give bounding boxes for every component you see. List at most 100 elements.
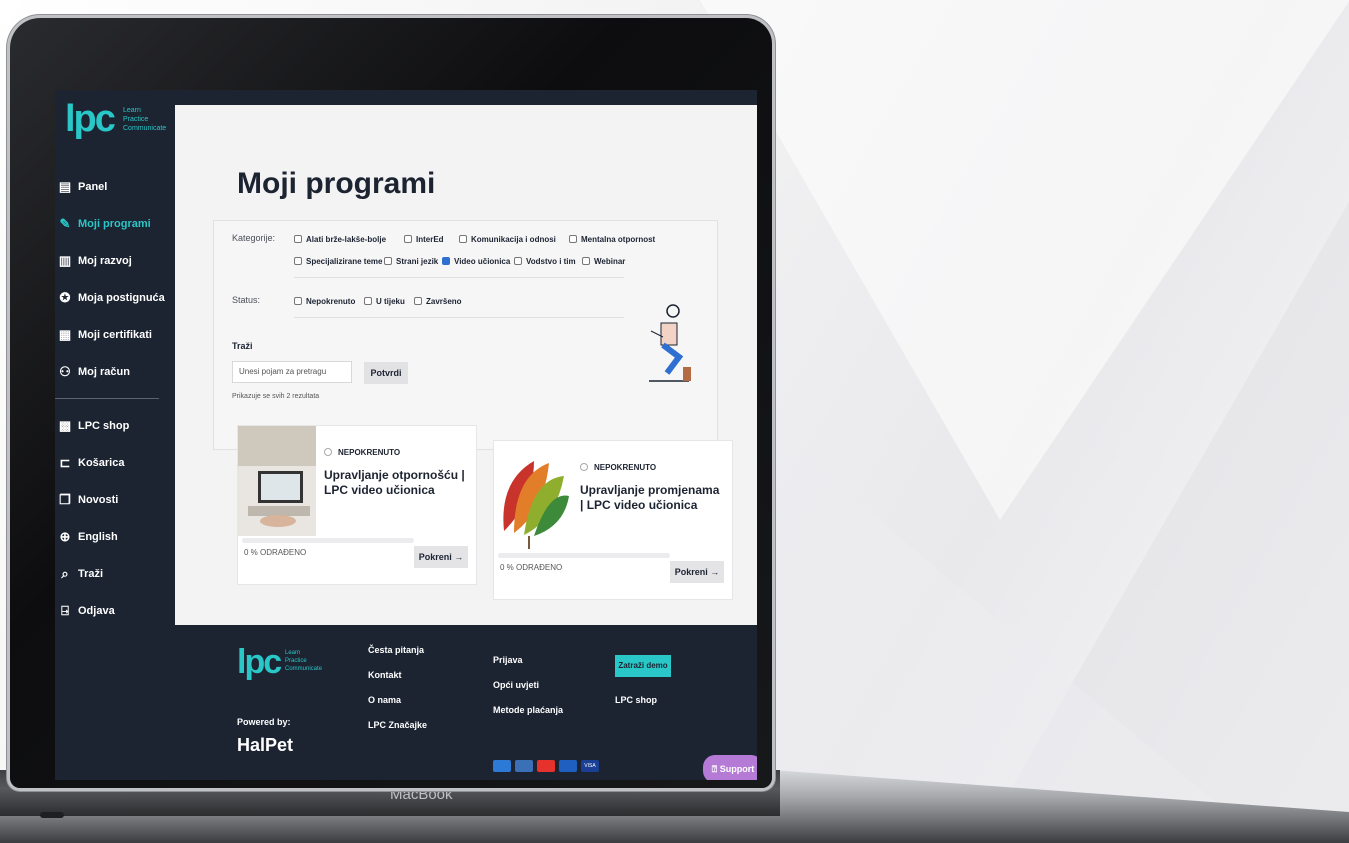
- footer-link[interactable]: Kontakt: [368, 670, 427, 695]
- sidebar-item-label: Moja postignuća: [78, 291, 165, 304]
- category-checkbox[interactable]: Webinar: [582, 257, 625, 266]
- sidebar-item-moja-postignuca[interactable]: ✪ Moja postignuća: [55, 279, 175, 316]
- logout-icon: ⍈: [61, 602, 69, 618]
- checkbox-icon: [404, 235, 412, 243]
- status-label: Status:: [232, 295, 261, 305]
- checkbox-label: Video učionica: [454, 257, 511, 266]
- news-icon: ❐: [59, 491, 71, 507]
- background-facet: [700, 0, 1349, 520]
- sidebar-item-lpc-shop[interactable]: ▩ LPC shop: [55, 407, 175, 444]
- footer-link[interactable]: Metode plaćanja: [493, 705, 563, 730]
- sidebar-divider: [55, 398, 159, 399]
- amex-icon: [493, 760, 511, 772]
- category-checkbox[interactable]: Komunikacija i odnosi: [459, 235, 556, 244]
- category-checkbox[interactable]: Video učionica: [442, 257, 510, 266]
- sidebar-item-moj-razvoj[interactable]: ▥ Moj razvoj: [55, 242, 175, 279]
- payment-methods: VISA: [493, 760, 599, 772]
- sidebar-item-odjava[interactable]: ⍈ Odjava: [55, 592, 175, 629]
- sidebar-item-kosarica[interactable]: ⊏ Košarica: [55, 444, 175, 481]
- screen: lpc Learn Practice Communicate ▤ Panel ✎ M…: [55, 90, 757, 780]
- sidebar-item-label: LPC shop: [78, 419, 130, 432]
- category-checkbox[interactable]: Specijalizirane teme: [294, 257, 382, 266]
- support-button[interactable]: ⍰ Support: [703, 755, 757, 780]
- category-checkbox[interactable]: InterEd: [404, 235, 444, 244]
- footer-link[interactable]: Opći uvjeti: [493, 680, 563, 705]
- checkbox-checked-icon: [442, 257, 450, 265]
- category-checkbox[interactable]: Alati brže-lakše-bolje: [294, 235, 386, 244]
- tagline-line: Communicate: [285, 666, 323, 672]
- category-checkbox[interactable]: Strani jezik: [384, 257, 438, 266]
- footer-link[interactable]: LPC Značajke: [368, 720, 427, 745]
- status-checkbox[interactable]: Nepokrenuto: [294, 297, 355, 306]
- checkbox-icon: [414, 297, 422, 305]
- start-button[interactable]: Pokreni →: [670, 561, 724, 583]
- sidebar-item-moj-racun[interactable]: ⚇ Moj račun: [55, 353, 175, 390]
- checkbox-label: Specijalizirane teme: [306, 257, 383, 266]
- search-label: Traži: [232, 341, 253, 351]
- status-checkbox[interactable]: U tijeku: [364, 297, 405, 306]
- program-card[interactable]: NEPOKRENUTO Upravljanje otpornošću | LPC…: [237, 425, 477, 585]
- sidebar-item-label: Panel: [78, 180, 108, 193]
- sidebar-item-moji-programi[interactable]: ✎ Moji programi: [55, 205, 175, 242]
- search-submit-button[interactable]: Potvrdi: [364, 362, 408, 384]
- status-badge: NEPOKRENUTO: [324, 448, 400, 457]
- progress-bar: [498, 553, 670, 558]
- main-content: Moji programi Kategorije: Alati brže-lak…: [175, 105, 757, 625]
- page-title: Moji programi: [237, 167, 436, 200]
- sidebar-item-novosti[interactable]: ❐ Novosti: [55, 481, 175, 518]
- maestro-card-icon: [515, 760, 533, 772]
- sidebar-item-trazi[interactable]: ⌕ Traži: [55, 555, 175, 592]
- sidebar-item-moji-certifikati[interactable]: ▦ Moji certifikati: [55, 316, 175, 353]
- search-input[interactable]: Unesi pojam za pretragu: [232, 361, 352, 383]
- tagline-line: Communicate: [123, 125, 167, 132]
- results-count: Prikazuje se svih 2 rezultata: [232, 393, 320, 400]
- radio-icon: [580, 463, 588, 471]
- footer-link[interactable]: Česta pitanja: [368, 645, 427, 670]
- sidebar-item-label: Moji programi: [78, 217, 151, 230]
- checkbox-icon: [384, 257, 392, 265]
- checkbox-icon: [582, 257, 590, 265]
- status-text: NEPOKRENUTO: [338, 448, 401, 457]
- category-checkbox[interactable]: Vodstvo i tim: [514, 257, 576, 266]
- sidebar-item-panel[interactable]: ▤ Panel: [55, 168, 175, 205]
- checkbox-label: Webinar: [594, 257, 626, 266]
- divider: [294, 277, 624, 278]
- laptop-desk-thumbnail: [238, 426, 316, 536]
- footer-logo[interactable]: lpc: [237, 643, 282, 682]
- sidebar-item-label: Moj račun: [78, 365, 130, 378]
- progress-text: 0 % ODRAĐENO: [500, 563, 563, 572]
- person-at-desk-illustration: [649, 304, 691, 382]
- footer-link[interactable]: O nama: [368, 695, 427, 720]
- halpet-logo[interactable]: HalPet: [237, 735, 293, 756]
- logo[interactable]: lpc Learn Practice Communicate: [65, 100, 166, 138]
- visa-icon: VISA: [581, 760, 599, 772]
- globe-icon: ⊕: [59, 528, 71, 544]
- document-icon: ▥: [58, 252, 72, 268]
- program-card[interactable]: NEPOKRENUTO Upravljanje promjenama | LPC…: [493, 440, 733, 600]
- tagline-line: Practice: [285, 658, 307, 664]
- category-checkbox[interactable]: Mentalna otpornost: [569, 235, 655, 244]
- request-demo-button[interactable]: Zatraži demo: [615, 655, 671, 677]
- footer-link[interactable]: Prijava: [493, 655, 563, 680]
- progress-text: 0 % ODRAĐENO: [244, 548, 307, 557]
- support-label: Support: [719, 764, 755, 774]
- status-checkbox[interactable]: Završeno: [414, 297, 462, 306]
- sidebar-nav: ▤ Panel ✎ Moji programi ▥ Moj razvoj ✪ Moja …: [55, 168, 175, 629]
- checkbox-icon: [514, 257, 522, 265]
- footer-shop-link[interactable]: LPC shop: [615, 695, 657, 705]
- user-icon: ⚇: [59, 363, 71, 379]
- checkbox-label: Alati brže-lakše-bolje: [306, 235, 387, 244]
- search-icon: ⌕: [61, 565, 69, 581]
- mastercard-icon: [537, 760, 555, 772]
- store-icon: ▩: [58, 417, 72, 433]
- sidebar: lpc Learn Practice Communicate ▤ Panel ✎ M…: [55, 90, 175, 625]
- logo-tagline: Learn Practice Communicate: [123, 106, 166, 133]
- footer-logo-tagline: Learn Practice Communicate: [285, 649, 322, 673]
- powered-by-label: Powered by:: [237, 717, 291, 727]
- start-button[interactable]: Pokreni →: [414, 546, 468, 568]
- program-title[interactable]: Upravljanje promjenama | LPC video učion…: [580, 483, 725, 513]
- checkbox-icon: [569, 235, 577, 243]
- program-title[interactable]: Upravljanje otpornošću | LPC video učion…: [324, 468, 469, 498]
- sidebar-item-english[interactable]: ⊕ English: [55, 518, 175, 555]
- sidebar-item-label: Moj razvoj: [78, 254, 132, 267]
